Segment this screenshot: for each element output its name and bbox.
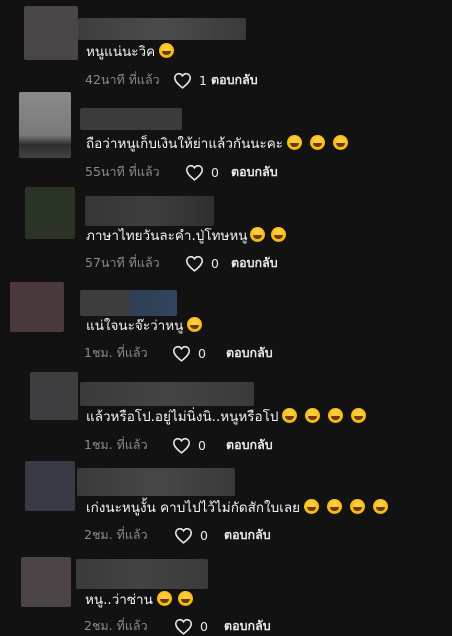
username-blurred[interactable] [80, 382, 254, 406]
reply-button[interactable]: ตอบกลับ [231, 162, 278, 182]
laughing-face-emoji-icon [333, 135, 349, 150]
comment-text-content: แน่ใจนะจ๊ะว่าหนู [86, 318, 184, 334]
laughing-face-emoji-icon [287, 135, 303, 150]
username-blurred[interactable] [85, 196, 214, 226]
comment-time: 42นาที ที่แล้ว [85, 72, 160, 87]
comment-meta: 2ชม. ที่แล้ว 0 ตอบกลับ [84, 525, 271, 545]
laughing-face-emoji-icon [350, 499, 366, 514]
reply-button[interactable]: ตอบกลับ [226, 435, 273, 455]
comment-text: ภาษาไทยวันละคำ.ปู่โทษหนู [86, 226, 286, 246]
heart-outline-icon [172, 345, 191, 362]
like-count: 0 [200, 618, 208, 634]
username-blurred[interactable] [80, 290, 177, 316]
username-blurred[interactable] [78, 18, 246, 40]
comment-time: 1ชม. ที่แล้ว [84, 345, 148, 360]
like-button[interactable]: 0 [172, 345, 220, 362]
laughing-face-emoji-icon [270, 227, 286, 242]
like-button[interactable]: 0 [185, 255, 233, 272]
like-count: 0 [211, 255, 219, 271]
like-button[interactable]: 0 [185, 164, 233, 181]
avatar[interactable] [21, 557, 71, 607]
comment-time: 57นาที ที่แล้ว [85, 255, 160, 270]
comment-text: ถือว่าหนูเก็บเงินให้ย่าแล้วกันนะคะ [86, 134, 349, 154]
heart-outline-icon [185, 164, 204, 181]
comment-meta: 55นาที ที่แล้ว 0 ตอบกลับ [85, 162, 278, 182]
comment-meta: 1ชม. ที่แล้ว 0 ตอบกลับ [84, 343, 273, 363]
comment-text: แล้วหรือโป.อยู่ไม่นิ่งนิ..หนูหรือโป [86, 407, 367, 427]
comment-meta: 2ชม. ที่แล้ว 0 ตอบกลับ [84, 616, 271, 636]
reply-button[interactable]: ตอบกลับ [226, 343, 273, 363]
laughing-face-emoji-icon [328, 408, 344, 423]
laughing-face-emoji-icon [159, 43, 175, 58]
like-count: 0 [211, 164, 219, 180]
comment-time: 1ชม. ที่แล้ว [84, 437, 148, 452]
like-count: 1 [199, 72, 207, 88]
comment-time: 2ชม. ที่แล้ว [84, 618, 148, 633]
reply-button[interactable]: ตอบกลับ [211, 70, 258, 90]
reply-button[interactable]: ตอบกลับ [224, 525, 271, 545]
comment-text-content: หนูแน่นะวิค [86, 44, 156, 60]
reply-button[interactable]: ตอบกลับ [224, 616, 271, 636]
avatar[interactable] [19, 92, 71, 158]
laughing-face-emoji-icon [187, 317, 203, 332]
like-button[interactable]: 0 [172, 437, 220, 454]
comment-text-content: ภาษาไทยวันละคำ.ปู่โทษหนู [86, 228, 248, 244]
comment-meta: 57นาที ที่แล้ว 0 ตอบกลับ [85, 253, 278, 273]
comment-text-content: หนู..ว่าซ่าน [85, 592, 153, 608]
heart-outline-icon [172, 437, 191, 454]
heart-outline-icon [173, 72, 192, 89]
laughing-face-emoji-icon [305, 408, 321, 423]
like-count: 0 [198, 345, 206, 361]
username-blurred[interactable] [80, 108, 182, 130]
laughing-face-emoji-icon [327, 499, 343, 514]
like-button[interactable]: 0 [174, 618, 222, 635]
username-blurred[interactable] [76, 559, 208, 589]
laughing-face-emoji-icon [156, 591, 172, 606]
laughing-face-emoji-icon [310, 135, 326, 150]
heart-outline-icon [174, 527, 193, 544]
comment-meta: 42นาที ที่แล้ว 1 ตอบกลับ [85, 70, 258, 90]
comment-text-content: เก่งนะหนูงั้น คาบไปไว้ไม่กัดสักใบเลย [86, 500, 301, 516]
laughing-face-emoji-icon [282, 408, 298, 423]
comment-text: เก่งนะหนูงั้น คาบไปไว้ไม่กัดสักใบเลย [86, 498, 389, 518]
username-blurred[interactable] [77, 468, 235, 496]
comment-text: หนูแน่นะวิค [86, 42, 175, 62]
laughing-face-emoji-icon [249, 227, 265, 242]
avatar[interactable] [25, 461, 75, 511]
comment-text-content: ถือว่าหนูเก็บเงินให้ย่าแล้วกันนะคะ [86, 136, 284, 152]
comment-text: หนู..ว่าซ่าน [85, 590, 193, 610]
avatar[interactable] [30, 372, 78, 420]
comment-text: แน่ใจนะจ๊ะว่าหนู [86, 316, 203, 336]
comment-time: 55นาที ที่แล้ว [85, 164, 160, 179]
comment-time: 2ชม. ที่แล้ว [84, 527, 148, 542]
avatar[interactable] [10, 282, 64, 332]
laughing-face-emoji-icon [351, 408, 367, 423]
like-count: 0 [200, 527, 208, 543]
laughing-face-emoji-icon [373, 499, 389, 514]
laughing-face-emoji-icon [177, 591, 193, 606]
comment-meta: 1ชม. ที่แล้ว 0 ตอบกลับ [84, 435, 273, 455]
like-button[interactable]: 0 [174, 527, 222, 544]
reply-button[interactable]: ตอบกลับ [231, 253, 278, 273]
avatar[interactable] [25, 187, 75, 239]
comment-text-content: แล้วหรือโป.อยู่ไม่นิ่งนิ..หนูหรือโป [86, 409, 279, 425]
avatar[interactable] [24, 6, 78, 60]
like-count: 0 [198, 437, 206, 453]
heart-outline-icon [174, 618, 193, 635]
laughing-face-emoji-icon [304, 499, 320, 514]
heart-outline-icon [185, 255, 204, 272]
